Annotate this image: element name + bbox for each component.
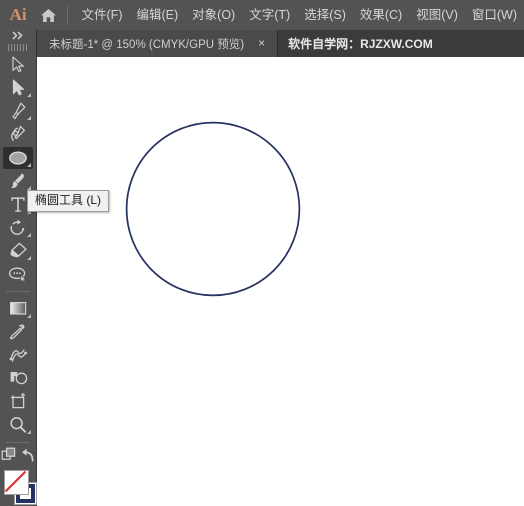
artboard-canvas[interactable] xyxy=(37,57,524,506)
menu-select[interactable]: 选择(S) xyxy=(297,0,353,30)
tool-selection-tool[interactable] xyxy=(3,53,33,75)
tool-rotate-tool[interactable] xyxy=(3,217,33,239)
change-screen-mode-button[interactable] xyxy=(1,447,17,467)
tool-blend-tool[interactable] xyxy=(3,344,33,366)
flyout-indicator xyxy=(27,256,31,261)
menu-bar: Ai 文件(F) 编辑(E) 对象(O) 文字(T) 选择(S) 效果(C) 视… xyxy=(0,0,524,30)
tool-ellipse-tool[interactable] xyxy=(3,146,33,169)
tool-shape-builder-tool[interactable] xyxy=(3,367,33,389)
flyout-indicator xyxy=(27,313,31,318)
tool-tooltip: 椭圆工具 (L) xyxy=(27,190,110,212)
ellipse-shape[interactable] xyxy=(125,121,301,297)
tool-eyedropper-tool[interactable] xyxy=(3,321,33,343)
close-icon[interactable]: × xyxy=(255,37,268,50)
toolbar-bottom-controls xyxy=(0,447,36,467)
app-logo: Ai xyxy=(9,5,27,24)
menu-object[interactable]: 对象(O) xyxy=(185,0,242,30)
menu-type[interactable]: 文字(T) xyxy=(242,0,297,30)
watermark-tab: 软件自学网：RJZXW.COM xyxy=(278,30,443,57)
no-fill-icon xyxy=(4,470,27,493)
panel-drag-handle[interactable] xyxy=(0,41,36,53)
document-tab-active[interactable]: 未标题-1* @ 150% (CMYK/GPU 预览) × xyxy=(37,30,279,57)
tools-panel xyxy=(0,30,37,506)
document-tab-title: 未标题-1* @ 150% (CMYK/GPU 预览) xyxy=(49,38,245,51)
tool-pen-tool[interactable] xyxy=(3,100,33,122)
fill-stroke-swatches xyxy=(0,468,37,506)
tool-shaper-tool[interactable] xyxy=(3,263,33,285)
tool-paintbrush-tool[interactable] xyxy=(3,170,33,192)
menu-separator xyxy=(66,6,68,24)
tool-curvature-tool[interactable] xyxy=(3,123,33,145)
flyout-indicator xyxy=(27,162,31,167)
menu-window[interactable]: 窗口(W) xyxy=(465,0,524,30)
menu-edit[interactable]: 编辑(E) xyxy=(129,0,185,30)
fill-swatch[interactable] xyxy=(4,470,29,496)
flyout-indicator xyxy=(27,116,31,121)
flyout-indicator xyxy=(27,92,31,97)
document-tab-bar: 未标题-1* @ 150% (CMYK/GPU 预览) × 软件自学网：RJZX… xyxy=(0,30,524,57)
tool-zoom-tool[interactable] xyxy=(3,414,33,436)
flyout-indicator xyxy=(27,430,31,435)
tool-gradient-tool[interactable] xyxy=(3,297,33,319)
home-icon[interactable] xyxy=(34,8,62,23)
watermark-label: 软件自学网：RJZXW.COM xyxy=(288,37,433,51)
tool-direct-selection-tool[interactable] xyxy=(3,77,33,99)
menu-view[interactable]: 视图(V) xyxy=(409,0,465,30)
tool-eraser-tool[interactable] xyxy=(3,240,33,262)
toolbar-divider xyxy=(6,291,30,293)
collapse-panel-button[interactable] xyxy=(0,30,36,42)
menu-file[interactable]: 文件(F) xyxy=(75,0,130,30)
tool-artboard-tool[interactable] xyxy=(3,391,33,413)
illustrator-window: Ai 文件(F) 编辑(E) 对象(O) 文字(T) 选择(S) 效果(C) 视… xyxy=(0,0,524,506)
undo-arrow-button[interactable] xyxy=(20,448,35,467)
toolbar-divider-2 xyxy=(6,442,30,444)
menu-effect[interactable]: 效果(C) xyxy=(353,0,409,30)
flyout-indicator xyxy=(27,232,31,237)
